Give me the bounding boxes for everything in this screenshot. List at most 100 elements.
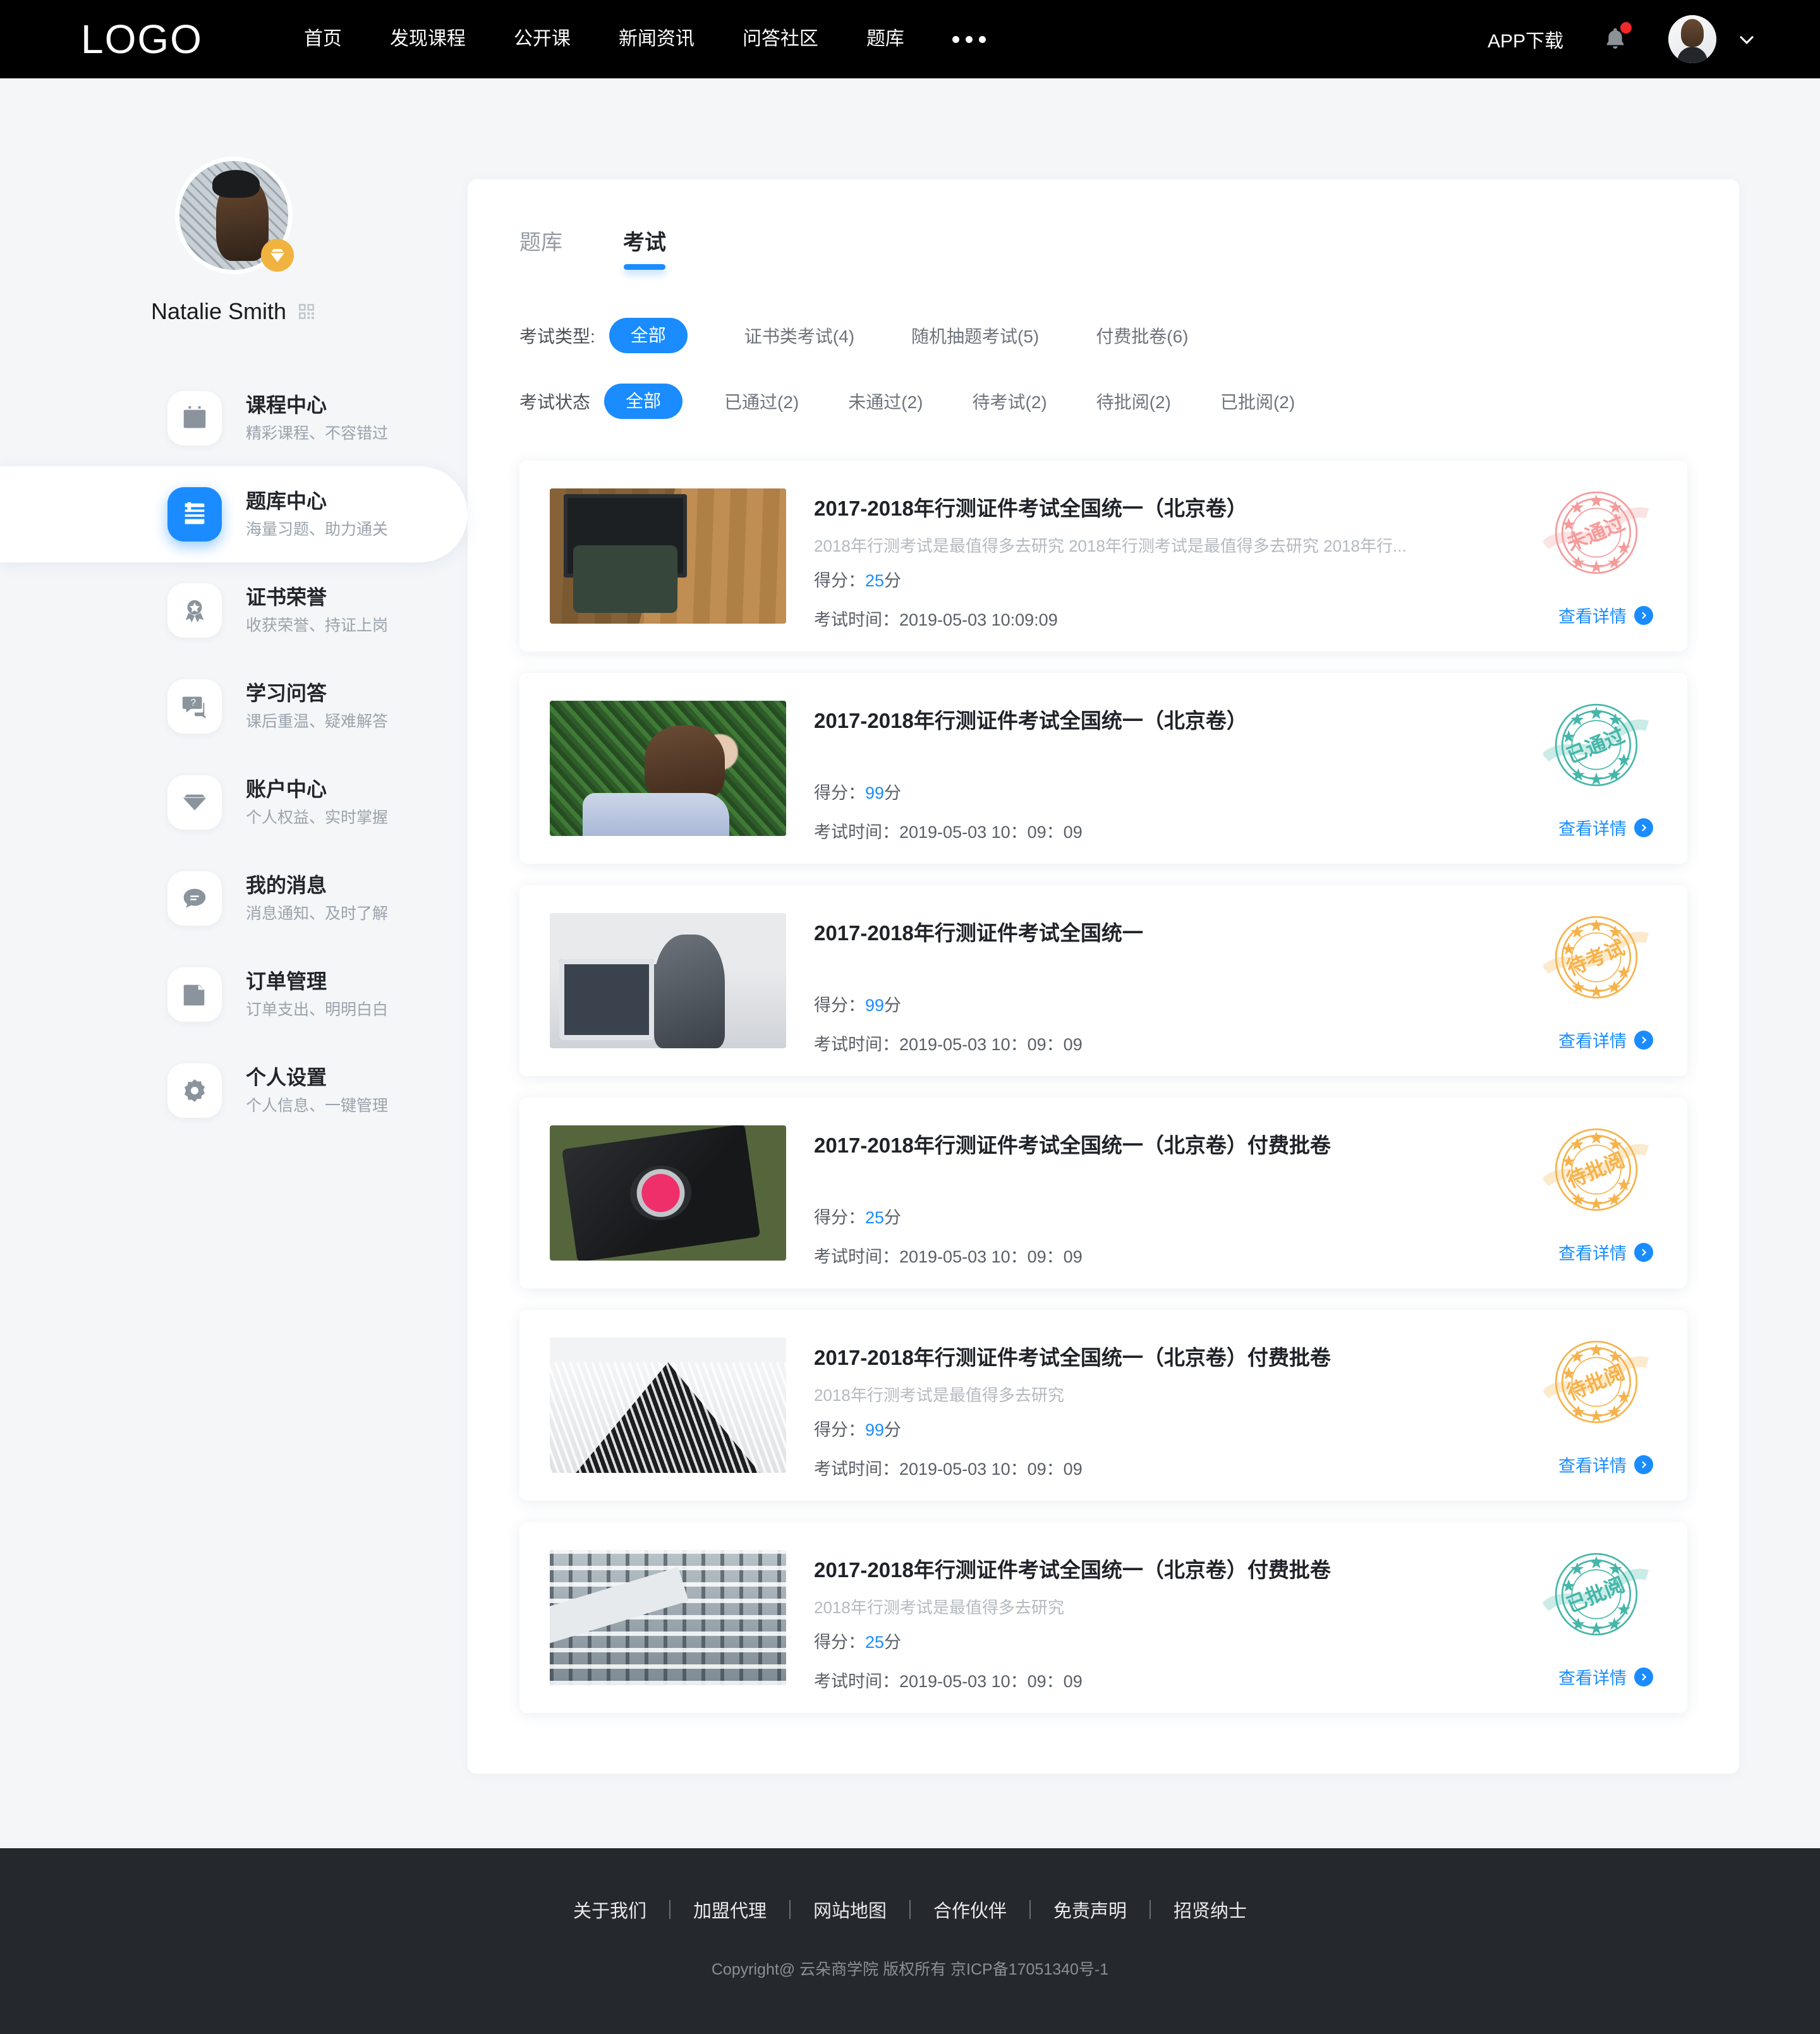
site-logo[interactable]: LOGO: [81, 19, 203, 59]
nav-item-question-bank[interactable]: 题库: [842, 0, 928, 78]
order-doc-icon: [183, 984, 205, 1006]
chevron-right-icon: [1634, 605, 1653, 625]
footer-copyright: Copyright@ 云朵商学院 版权所有 京ICP备17051340号-1: [711, 1961, 1109, 1978]
exam-description: 2018年行测考试是最值得多去研究: [814, 1385, 1064, 1405]
footer-links: 关于我们 加盟代理 网站地图 合作伙伴 免责声明 招贤纳士: [0, 1896, 1820, 1923]
view-detail-link[interactable]: 查看详情: [1558, 603, 1653, 627]
footer-link-franchise[interactable]: 加盟代理: [670, 1896, 789, 1923]
diamond-icon: [270, 249, 284, 262]
footer-link-disclaimer[interactable]: 免责声明: [1031, 1896, 1150, 1923]
main-panel: 题库 考试 考试类型: 全部 证书类考试(4) 随机抽题考试(5) 付费批卷(6…: [468, 179, 1739, 1774]
notification-button[interactable]: [1599, 22, 1633, 56]
view-detail-link[interactable]: 查看详情: [1558, 815, 1653, 840]
time-label: 考试时间：: [814, 823, 899, 842]
nav-item-home[interactable]: 首页: [280, 0, 366, 78]
view-detail-link[interactable]: 查看详情: [1558, 1452, 1653, 1477]
sidebar-item-my-messages[interactable]: 我的消息 消息通知、及时了解: [0, 851, 468, 947]
sidebar-item-certificates[interactable]: 证书荣誉 收获荣誉、持证上岗: [0, 562, 468, 658]
avatar-image: [1668, 15, 1716, 63]
filter-chip-status-pending-review[interactable]: 待批阅(2): [1096, 389, 1171, 414]
exam-description: 2018年行测考试是最值得多去研究 2018年行测考试是最值得多去研究 2018…: [814, 536, 1407, 555]
exam-title: 2017-2018年行测证件考试全国统一（北京卷）付费批卷: [814, 1346, 1331, 1369]
view-detail-label: 查看详情: [1558, 607, 1627, 626]
exam-card[interactable]: 2017-2018年行测证件考试全国统一（北京卷） 得分：99分 考试时间：20…: [519, 673, 1687, 864]
view-detail-link[interactable]: 查看详情: [1558, 1027, 1653, 1052]
nav-item-qa-community[interactable]: 问答社区: [719, 0, 842, 78]
nav-item-open-class[interactable]: 公开课: [490, 0, 595, 78]
sidebar-menu: 课程中心 精彩课程、不容错过 题库中心 海量习题、助力通关 证书荣誉 收获荣誉、…: [0, 370, 468, 1139]
notification-dot: [1620, 22, 1632, 33]
footer-link-partners[interactable]: 合作伙伴: [911, 1896, 1029, 1923]
gear-icon: [184, 1079, 205, 1103]
sidebar-item-order-management[interactable]: 订单管理 订单支出、明明白白: [0, 947, 468, 1043]
sidebar-item-question-bank-center[interactable]: 题库中心 海量习题、助力通关: [0, 466, 468, 562]
exam-card[interactable]: 2017-2018年行测证件考试全国统一 得分：99分 考试时间：2019-05…: [519, 885, 1687, 1076]
filter-chip-status-pending-exam[interactable]: 待考试(2): [973, 389, 1047, 414]
chevron-right-icon: [1634, 818, 1653, 837]
view-detail-link[interactable]: 查看详情: [1558, 1240, 1653, 1264]
nav-item-news[interactable]: 新闻资讯: [595, 0, 719, 78]
sidebar-item-study-qa[interactable]: ? 学习问答 课后重温、疑难解答: [0, 658, 468, 754]
svg-text:?: ?: [190, 698, 196, 708]
sidebar-item-sub: 个人信息、一键管理: [246, 1097, 389, 1115]
app-download-link[interactable]: APP下载: [1488, 25, 1563, 53]
filter-chip-status-passed[interactable]: 已通过(2): [724, 389, 799, 414]
filter-exam-type: 考试类型: 全部 证书类考试(4) 随机抽题考试(5) 付费批卷(6): [468, 318, 1739, 353]
qrcode-icon[interactable]: [296, 301, 317, 322]
exam-list: 2017-2018年行测证件考试全国统一（北京卷） 2018年行测考试是最值得多…: [468, 461, 1739, 1713]
exam-card[interactable]: 2017-2018年行测证件考试全国统一（北京卷）付费批卷 得分：25分 考试时…: [519, 1098, 1687, 1288]
exam-score: 得分：25分: [814, 1628, 901, 1653]
filter-chip-status-all[interactable]: 全部: [604, 384, 683, 419]
tab-exam[interactable]: 考试: [623, 225, 666, 270]
filter-chip-type-paid-review[interactable]: 付费批卷(6): [1096, 323, 1188, 348]
filter-chip-type-all[interactable]: 全部: [609, 318, 688, 353]
filter-chip-status-reviewed[interactable]: 已批阅(2): [1220, 389, 1295, 414]
sidebar-item-personal-settings[interactable]: 个人设置 个人信息、一键管理: [0, 1043, 468, 1139]
exam-card[interactable]: 2017-2018年行测证件考试全国统一（北京卷）付费批卷 2018年行测考试是…: [519, 1310, 1687, 1501]
status-stamp-failed: 未通过: [1543, 491, 1649, 574]
status-stamp-passed: 已通过: [1543, 703, 1649, 787]
footer-link-careers[interactable]: 招贤纳士: [1151, 1896, 1270, 1923]
sidebar-item-title: 个人设置: [246, 1066, 327, 1089]
top-navigation-bar: LOGO 首页 发现课程 公开课 新闻资讯 问答社区 题库 APP下载: [0, 0, 1820, 78]
chevron-right-icon: [1634, 1242, 1653, 1262]
user-profile: Natalie Smith: [0, 157, 468, 325]
sidebar-item-sub: 课后重温、疑难解答: [246, 713, 389, 731]
footer-link-sitemap[interactable]: 网站地图: [791, 1896, 909, 1923]
avatar[interactable]: [1668, 15, 1716, 63]
filter-chip-type-random[interactable]: 随机抽题考试(5): [911, 323, 1039, 348]
score-unit: 分: [884, 1633, 902, 1652]
exam-thumbnail: [550, 488, 786, 624]
time-value: 2019-05-03 10：09：09: [899, 1672, 1083, 1691]
score-value: 99: [865, 1420, 885, 1439]
question-bubble-icon-wrap: ?: [167, 679, 222, 734]
time-label: 考试时间：: [814, 1460, 899, 1479]
chevron-down-icon[interactable]: [1734, 27, 1759, 52]
filter-chip-status-failed[interactable]: 未通过(2): [848, 389, 923, 414]
nav-item-discover-courses[interactable]: 发现课程: [366, 0, 490, 78]
sidebar-item-account-center[interactable]: 账户中心 个人权益、实时掌握: [0, 754, 468, 851]
filters: 考试类型: 全部 证书类考试(4) 随机抽题考试(5) 付费批卷(6) 考试状态…: [468, 318, 1739, 419]
score-value: 25: [865, 1633, 885, 1652]
calendar-icon-wrap: [167, 391, 222, 445]
exam-card[interactable]: 2017-2018年行测证件考试全国统一（北京卷）付费批卷 2018年行测考试是…: [519, 1522, 1687, 1713]
diamond-icon-wrap: [167, 775, 222, 830]
exam-card[interactable]: 2017-2018年行测证件考试全国统一（北京卷） 2018年行测考试是最值得多…: [519, 461, 1687, 651]
sidebar-item-course-center[interactable]: 课程中心 精彩课程、不容错过: [0, 370, 468, 466]
exam-time: 考试时间：2019-05-03 10：09：09: [814, 1243, 1083, 1268]
tab-question-bank[interactable]: 题库: [519, 225, 562, 270]
ellipsis-icon[interactable]: [928, 35, 1010, 43]
view-detail-link[interactable]: 查看详情: [1558, 1664, 1653, 1689]
score-unit: 分: [884, 784, 902, 802]
chevron-right-icon: [1634, 1667, 1653, 1686]
filter-chip-type-certificate[interactable]: 证书类考试(4): [744, 323, 854, 348]
sidebar-item-sub: 海量习题、助力通关: [246, 521, 389, 539]
medal-icon: [185, 600, 204, 623]
time-value: 2019-05-03 10:09:09: [899, 610, 1058, 629]
view-detail-label: 查看详情: [1558, 1032, 1627, 1051]
vip-badge: [261, 239, 294, 272]
exam-thumbnail: [550, 701, 786, 836]
footer-link-about-us[interactable]: 关于我们: [550, 1896, 669, 1923]
score-label: 得分：: [814, 996, 865, 1015]
status-stamp-pending-exam: 待考试: [1543, 916, 1649, 999]
